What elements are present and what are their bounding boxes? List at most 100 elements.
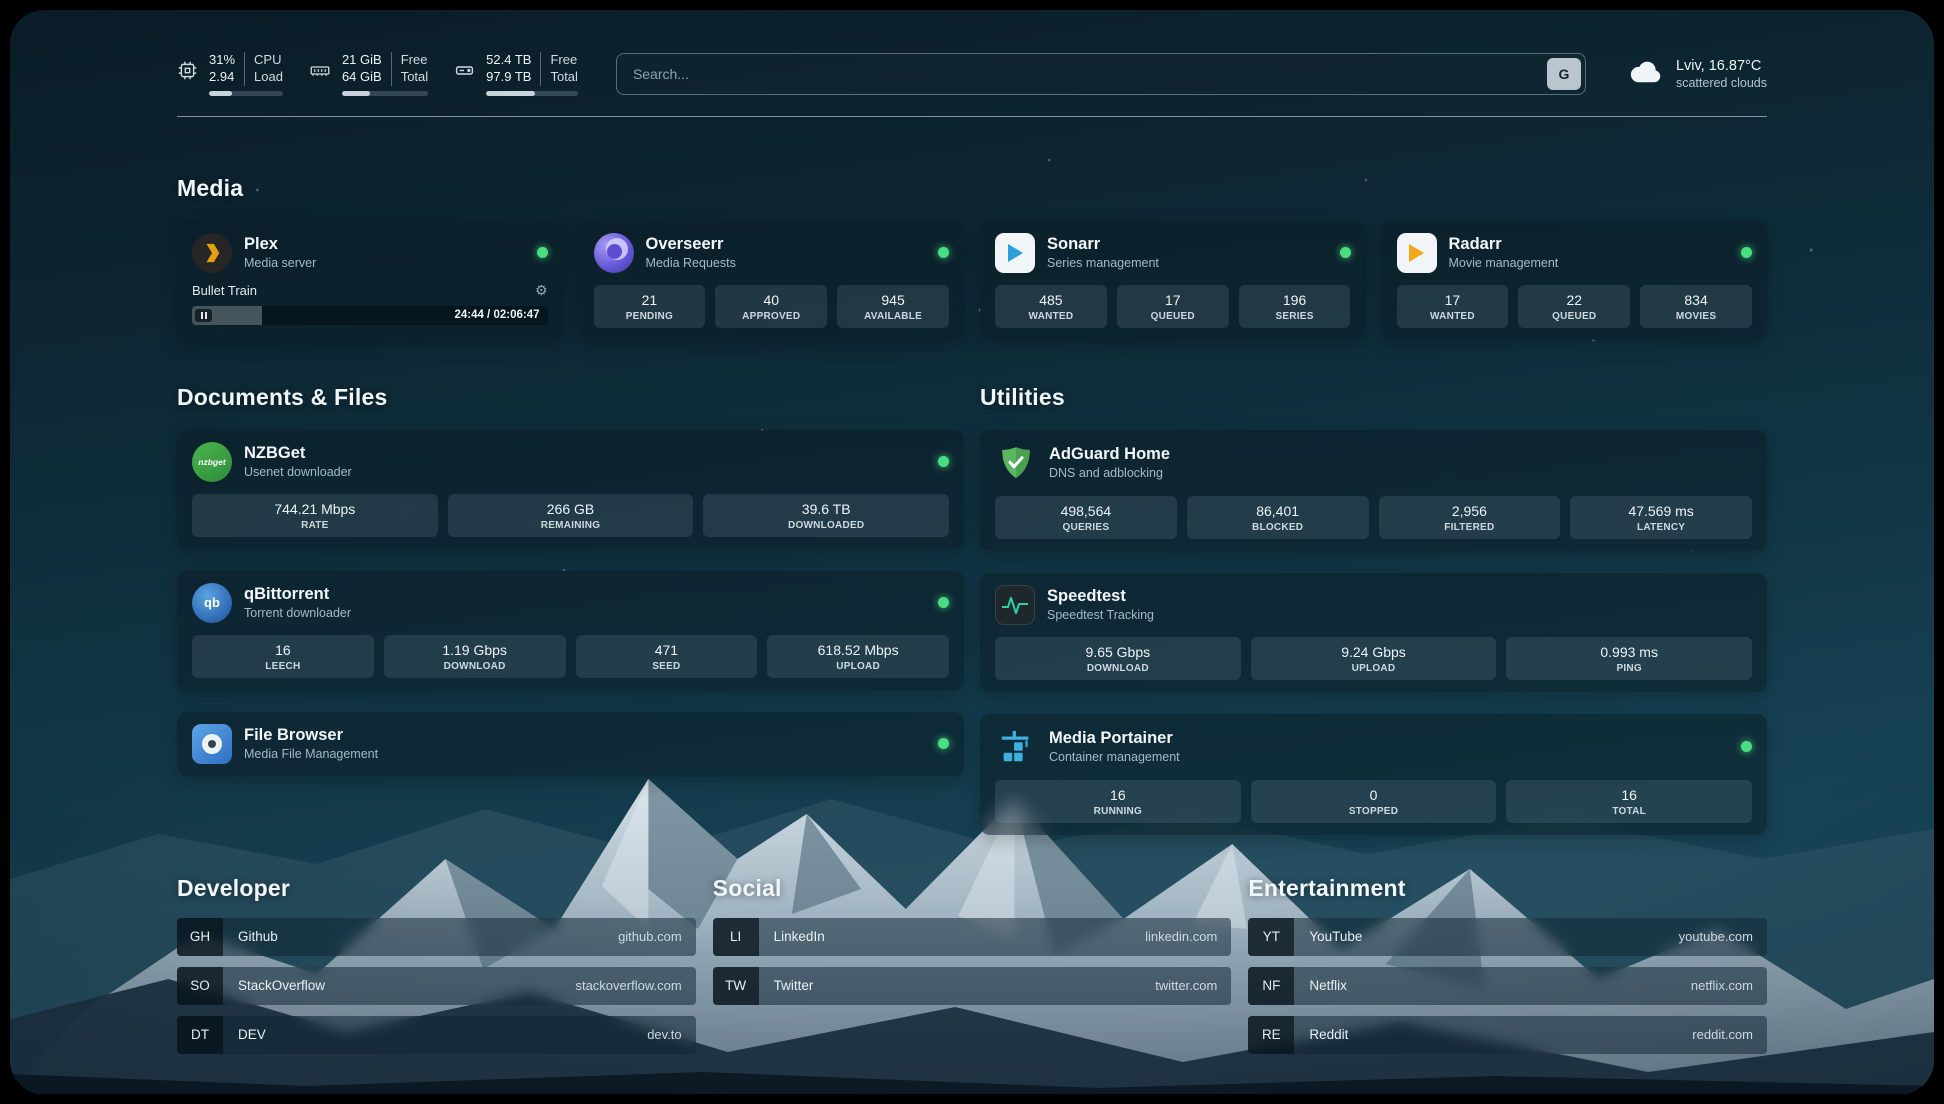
stat-box: 16 TOTAL — [1506, 780, 1752, 823]
stat-label: SERIES — [1242, 311, 1348, 322]
stat-box: 86,401 BLOCKED — [1187, 496, 1369, 539]
now-playing-title: Bullet Train — [192, 283, 257, 298]
stat-box: 0.993 ms PING — [1506, 637, 1752, 680]
service-name: Plex — [244, 235, 316, 254]
dashboard-page: 31% 2.94 CPU Load — [10, 10, 1934, 1094]
weather-location: Lviv, 16.87°C — [1676, 58, 1767, 74]
bookmark-url: youtube.com — [1679, 918, 1767, 956]
topbar: 31% 2.94 CPU Load — [177, 52, 1767, 96]
system-metrics: 31% 2.94 CPU Load — [177, 52, 578, 96]
memory-widget: 21 GiB 64 GiB Free Total — [309, 52, 428, 96]
bookmark-row-github[interactable]: GH Github github.com — [177, 918, 696, 956]
speedtest-card[interactable]: Speedtest Speedtest Tracking 9.65 Gbps D… — [980, 573, 1767, 692]
disk-total: 97.9 TB — [486, 69, 531, 86]
disk-bar — [486, 91, 578, 96]
stat-box: 16 RUNNING — [995, 780, 1241, 823]
sonarr-icon — [995, 233, 1035, 273]
stat-box: 471 SEED — [576, 635, 758, 678]
bookmark-name: Twitter — [759, 967, 814, 1005]
stat-label: WANTED — [998, 311, 1104, 322]
stat-value: 21 — [597, 292, 703, 308]
sonarr-card[interactable]: Sonarr Series management 485 WANTED 17 Q… — [980, 221, 1366, 340]
service-subtitle: Usenet downloader — [244, 465, 352, 479]
service-name: Overseerr — [646, 235, 736, 254]
bookmark-row-twitter[interactable]: TW Twitter twitter.com — [713, 967, 1232, 1005]
bookmark-abbr: GH — [177, 918, 223, 956]
stat-box: 17 WANTED — [1397, 285, 1509, 328]
stat-box: 39.6 TB DOWNLOADED — [703, 494, 949, 537]
stat-box: 16 LEECH — [192, 635, 374, 678]
stat-value: 618.52 Mbps — [770, 642, 946, 658]
cpu-bar — [209, 91, 283, 96]
bookmark-name: Github — [223, 918, 278, 956]
stat-label: QUERIES — [998, 522, 1174, 533]
memory-total: 64 GiB — [342, 69, 382, 86]
bookmark-url: reddit.com — [1692, 1016, 1767, 1054]
search-input[interactable] — [616, 53, 1586, 95]
weather-widget: Lviv, 16.87°C scattered clouds — [1628, 57, 1767, 90]
stat-value: 17 — [1400, 292, 1506, 308]
overseerr-card[interactable]: Overseerr Media Requests 21 PENDING 40 A… — [579, 221, 965, 340]
cpu-widget: 31% 2.94 CPU Load — [177, 52, 283, 96]
stat-label: MOVIES — [1643, 311, 1749, 322]
section-title-documents: Documents & Files — [177, 384, 964, 411]
bookmark-row-netflix[interactable]: NF Netflix netflix.com — [1248, 967, 1767, 1005]
plex-card[interactable]: Plex Media server Bullet Train ⚙ 24:44 /… — [177, 221, 563, 340]
stat-label: UPLOAD — [1254, 663, 1494, 674]
nzbget-card[interactable]: nzbget NZBGet Usenet downloader 744.21 M… — [177, 430, 964, 549]
stat-box: 0 STOPPED — [1251, 780, 1497, 823]
bookmark-abbr: YT — [1248, 918, 1294, 956]
stat-label: RUNNING — [998, 806, 1238, 817]
bookmark-url: linkedin.com — [1145, 918, 1231, 956]
speedtest-icon — [995, 585, 1035, 625]
radarr-icon — [1397, 233, 1437, 273]
stat-box: 196 SERIES — [1239, 285, 1351, 328]
bookmark-row-reddit[interactable]: RE Reddit reddit.com — [1248, 1016, 1767, 1054]
stat-label: DOWNLOADED — [706, 520, 946, 531]
portainer-icon — [995, 726, 1037, 768]
stat-label: DOWNLOAD — [998, 663, 1238, 674]
adguard-icon — [995, 442, 1037, 484]
stat-box: 1.19 Gbps DOWNLOAD — [384, 635, 566, 678]
stat-value: 2,956 — [1382, 503, 1558, 519]
adguard-card[interactable]: AdGuard Home DNS and adblocking 498,564 … — [980, 430, 1767, 551]
filebrowser-card[interactable]: File Browser Media File Management — [177, 712, 964, 776]
stat-value: 9.65 Gbps — [998, 644, 1238, 660]
radarr-card[interactable]: Radarr Movie management 17 WANTED 22 QUE… — [1382, 221, 1768, 340]
service-name: Radarr — [1449, 235, 1559, 254]
bookmark-row-stackoverflow[interactable]: SO StackOverflow stackoverflow.com — [177, 967, 696, 1005]
service-subtitle: Media File Management — [244, 747, 378, 761]
stat-label: PENDING — [597, 311, 703, 322]
bookmark-row-youtube[interactable]: YT YouTube youtube.com — [1248, 918, 1767, 956]
stat-box: 9.65 Gbps DOWNLOAD — [995, 637, 1241, 680]
stat-value: 471 — [579, 642, 755, 658]
stat-value: 22 — [1521, 292, 1627, 308]
memory-bar — [342, 91, 428, 96]
gear-icon[interactable]: ⚙ — [535, 282, 548, 299]
stat-label: STOPPED — [1254, 806, 1494, 817]
stat-value: 945 — [840, 292, 946, 308]
stat-value: 744.21 Mbps — [195, 501, 435, 517]
service-subtitle: Media Requests — [646, 256, 736, 270]
service-name: File Browser — [244, 726, 378, 745]
stat-value: 9.24 Gbps — [1254, 644, 1494, 660]
plex-icon — [192, 233, 232, 273]
filebrowser-icon — [192, 724, 232, 764]
bookmark-name: DEV — [223, 1016, 266, 1054]
portainer-card[interactable]: Media Portainer Container management 16 … — [980, 714, 1767, 835]
stat-value: 1.19 Gbps — [387, 642, 563, 658]
pause-button[interactable] — [195, 309, 212, 322]
section-title-entertainment: Entertainment — [1248, 875, 1767, 902]
playback-progress[interactable]: 24:44 / 02:06:47 — [192, 306, 548, 325]
stat-value: 0.993 ms — [1509, 644, 1749, 660]
bookmark-row-dev[interactable]: DT DEV dev.to — [177, 1016, 696, 1054]
bookmark-row-linkedin[interactable]: LI LinkedIn linkedin.com — [713, 918, 1232, 956]
bookmark-url: dev.to — [647, 1016, 695, 1054]
stat-box: 9.24 Gbps UPLOAD — [1251, 637, 1497, 680]
section-documents: Documents & Files nzbget NZBGet Usenet d… — [177, 384, 964, 835]
section-title-media: Media — [177, 175, 1767, 202]
cpu-load-label: Load — [254, 69, 283, 86]
search-engine-button[interactable]: G — [1547, 58, 1581, 90]
qbittorrent-card[interactable]: qb qBittorrent Torrent downloader 16 LEE… — [177, 571, 964, 690]
stat-value: 196 — [1242, 292, 1348, 308]
